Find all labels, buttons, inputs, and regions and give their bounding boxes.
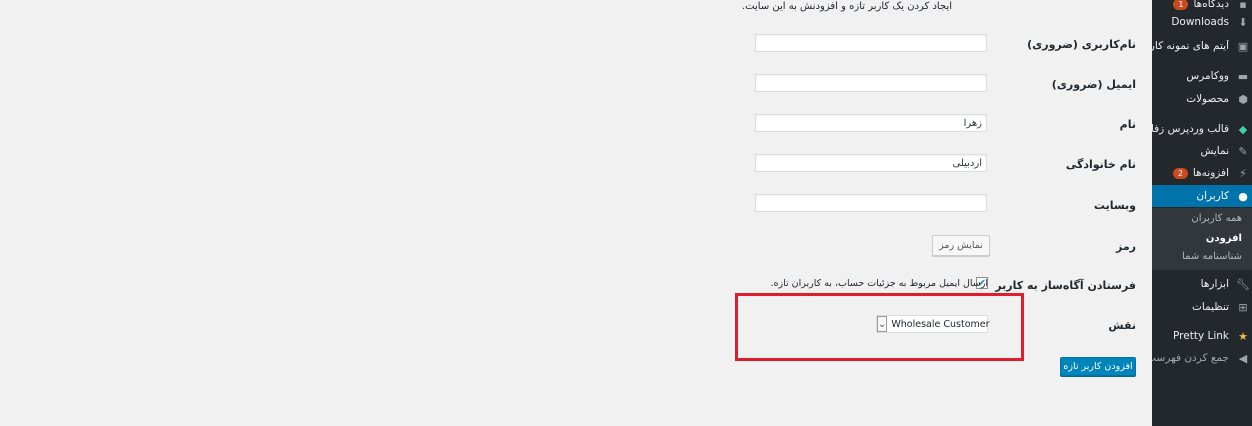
role-highlight-annotation bbox=[735, 293, 1024, 361]
diamond-icon: ◆ bbox=[1238, 122, 1248, 136]
sidebar-item-tools[interactable]: 🔧︎ ابزارها bbox=[1152, 273, 1252, 295]
show-password-button[interactable]: نمایش رمز bbox=[932, 235, 990, 256]
website-field[interactable] bbox=[755, 194, 987, 212]
settings-icon: ⊞ bbox=[1238, 300, 1248, 314]
product-icon: ⬢ bbox=[1238, 92, 1248, 106]
last-name-label: نام خانوادگی bbox=[1065, 158, 1136, 171]
password-label: رمز bbox=[1116, 240, 1136, 253]
send-notification-label: فرستادن آگاه‌ساز به کاربر bbox=[995, 279, 1136, 292]
sidebar-item-pretty-link[interactable]: ★ Pretty Link bbox=[1152, 325, 1252, 347]
woocommerce-icon: ▬ bbox=[1237, 69, 1249, 83]
download-icon: ⬇ bbox=[1238, 15, 1248, 29]
brush-icon: ✎ bbox=[1238, 144, 1248, 158]
role-label: نقش bbox=[1108, 319, 1136, 332]
plugin-icon: ⚡ bbox=[1239, 166, 1247, 180]
users-icon: ● bbox=[1238, 189, 1248, 203]
sidebar-item-collapse-menu[interactable]: ◀ جمع کردن فهرست bbox=[1152, 347, 1252, 369]
username-label: نام‌کاربری (ضروری) bbox=[1027, 38, 1136, 51]
sidebar-item-users[interactable]: ● کاربران bbox=[1152, 185, 1252, 207]
add-new-user-button[interactable]: افزودن کاربر تازه bbox=[1060, 357, 1136, 376]
users-submenu: همه کاربران افزودن شناسنامه شما bbox=[1152, 208, 1252, 270]
first-name-label: نام bbox=[1119, 118, 1136, 131]
comments-count-badge: 1 bbox=[1173, 0, 1189, 10]
username-field[interactable] bbox=[755, 34, 987, 52]
plugins-count-badge: 2 bbox=[1172, 167, 1188, 179]
email-label: ایمیل (ضروری) bbox=[1051, 78, 1136, 91]
website-label: وبسایت bbox=[1093, 199, 1136, 212]
sidebar-item-downloads[interactable]: ⬇ Downloads bbox=[1152, 11, 1252, 33]
collapse-icon: ◀ bbox=[1238, 351, 1248, 365]
submenu-add-new[interactable]: افزودن bbox=[1206, 233, 1242, 244]
sidebar-item-appearance[interactable]: ✎ نمایش bbox=[1152, 140, 1252, 162]
first-name-field[interactable] bbox=[755, 114, 987, 132]
submenu-all-users[interactable]: همه کاربران bbox=[1191, 213, 1242, 224]
wrench-icon: 🔧︎ bbox=[1236, 277, 1250, 291]
star-icon: ★ bbox=[1238, 329, 1248, 343]
sidebar-item-plugins[interactable]: ⚡ افزونه‌ها 2 bbox=[1152, 162, 1252, 184]
last-name-field[interactable] bbox=[755, 154, 987, 172]
sidebar-item-theme[interactable]: ◆ قالب وردپرس زفایر bbox=[1152, 118, 1252, 140]
admin-sidebar: ▪ دیدگاه‌ها 1 ⬇ Downloads ▣ آیتم های نمو… bbox=[1152, 0, 1252, 426]
sidebar-item-woocommerce[interactable]: ▬ ووکامرس bbox=[1152, 65, 1252, 87]
email-field[interactable] bbox=[755, 74, 987, 92]
sidebar-item-settings[interactable]: ⊞ تنظیمات bbox=[1152, 296, 1252, 318]
sidebar-item-products[interactable]: ⬢ محصولات bbox=[1152, 88, 1252, 110]
comment-icon: ▪ bbox=[1239, 0, 1247, 11]
page-description: ایجاد کردن یک کاربر تازه و افزودنش به ای… bbox=[741, 1, 952, 12]
submenu-your-profile[interactable]: شناسنامه شما bbox=[1182, 251, 1242, 262]
sidebar-item-portfolio[interactable]: ▣ آیتم های نمونه کار bbox=[1152, 35, 1252, 57]
send-notification-text: ارسال ایمیل مربوط به جزئیات حساب، به کار… bbox=[770, 278, 988, 289]
portfolio-icon: ▣ bbox=[1237, 39, 1249, 53]
